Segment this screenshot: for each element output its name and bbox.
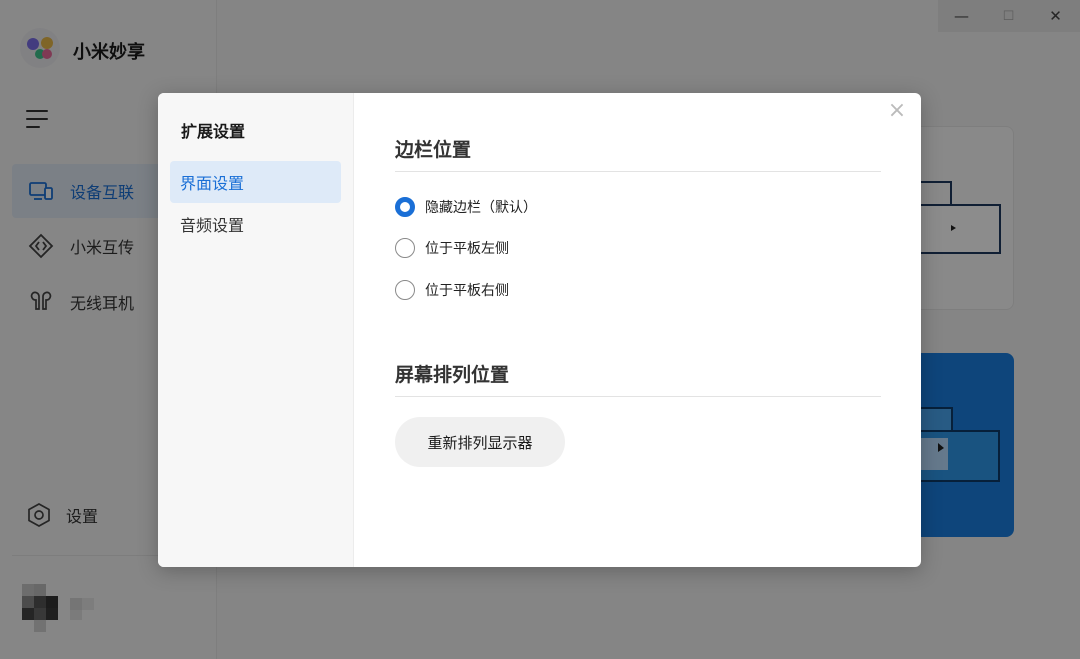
section-title-screen-arrangement: 屏幕排列位置 — [395, 364, 510, 386]
close-icon[interactable]: × — [887, 100, 907, 122]
radio-option-hide-sidebar[interactable]: 隐藏边栏（默认） — [395, 196, 537, 218]
section-divider — [395, 396, 881, 397]
rearrange-displays-button[interactable]: 重新排列显示器 — [395, 417, 565, 467]
extension-settings-dialog: 扩展设置 界面设置 音频设置 × 边栏位置 隐藏边栏（默认） 位于平板左侧 位于… — [158, 93, 921, 567]
section-divider — [395, 171, 881, 172]
section-title-sidebar-position: 边栏位置 — [395, 139, 472, 161]
radio-label: 隐藏边栏（默认） — [425, 200, 537, 216]
radio-option-right-side[interactable]: 位于平板右侧 — [395, 279, 509, 301]
radio-button[interactable] — [395, 280, 415, 300]
radio-label: 位于平板左侧 — [425, 241, 509, 257]
dialog-title: 扩展设置 — [181, 122, 246, 141]
dialog-sidebar: 扩展设置 界面设置 音频设置 — [158, 93, 354, 567]
radio-option-left-side[interactable]: 位于平板左侧 — [395, 237, 509, 259]
radio-label: 位于平板右侧 — [425, 283, 509, 299]
radio-button[interactable] — [395, 238, 415, 258]
tab-audio-settings[interactable]: 音频设置 — [170, 203, 341, 245]
radio-button[interactable] — [395, 197, 415, 217]
tab-interface-settings[interactable]: 界面设置 — [170, 161, 341, 203]
